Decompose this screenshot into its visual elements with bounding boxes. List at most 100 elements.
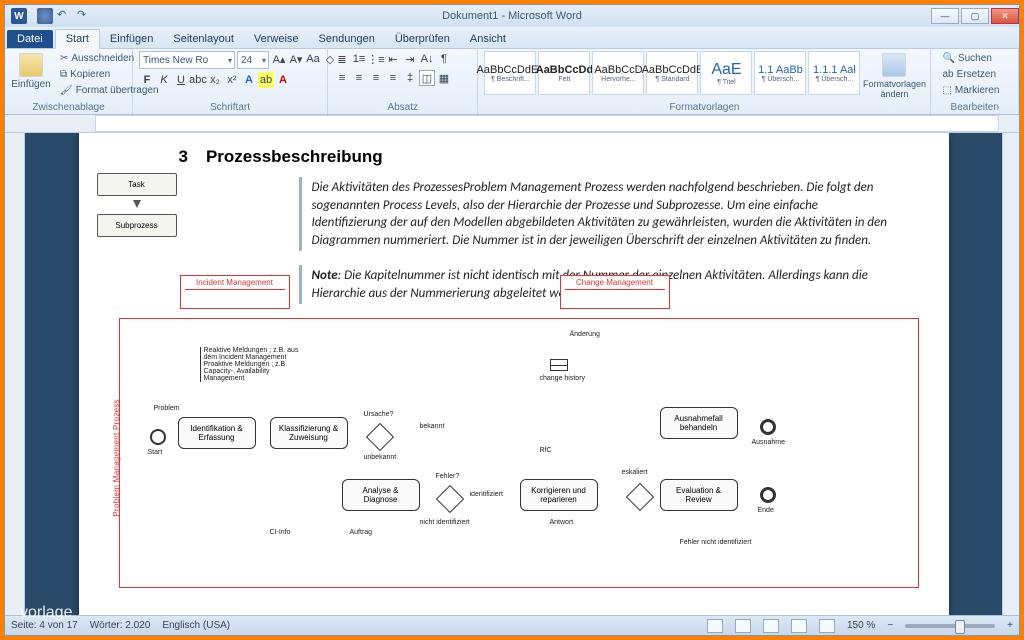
document-pane[interactable]: 3Prozessbeschreibung Task Subprozess Die… (25, 133, 1002, 615)
borders-icon[interactable]: ▦ (436, 70, 452, 86)
align-right-icon[interactable]: ≡ (368, 70, 384, 86)
save-icon[interactable] (37, 8, 53, 24)
label-ch: change history (540, 375, 586, 382)
status-words[interactable]: Wörter: 2.020 (90, 620, 151, 631)
vertical-scrollbar[interactable] (1002, 133, 1019, 615)
group-paragraph: ≣1≡⋮≡ ⇤⇥ A↓¶ ≡≡≡≡ ‡ ◫ ▦ Absatz (328, 49, 478, 114)
activity-1: Identifikation & Erfassung (178, 417, 256, 449)
find-button[interactable]: 🔍Suchen (937, 51, 1004, 66)
tab-layout[interactable]: Seitenlayout (163, 30, 244, 48)
tab-start[interactable]: Start (55, 29, 100, 49)
bpmn-diagram: Incident Management Change Management Pr… (119, 318, 919, 588)
status-language[interactable]: Englisch (USA) (162, 620, 230, 631)
highlight-button[interactable]: ab (258, 72, 274, 88)
page: 3Prozessbeschreibung Task Subprozess Die… (79, 133, 949, 615)
font-color-button[interactable]: A (275, 72, 291, 88)
align-left-icon[interactable]: ≡ (334, 70, 350, 86)
line-spacing-icon[interactable]: ‡ (402, 70, 418, 86)
sort-icon[interactable]: A↓ (419, 51, 435, 67)
multilevel-icon[interactable]: ⋮≡ (368, 51, 384, 67)
label-rfc: RfC (540, 447, 552, 454)
minimize-button[interactable]: ― (931, 8, 959, 24)
quick-access-toolbar: ↶ ↷ (37, 8, 93, 24)
bold-button[interactable]: F (139, 72, 155, 88)
font-size-combo[interactable]: 24 (237, 51, 269, 69)
change-case-icon[interactable]: Aa (305, 51, 321, 67)
style-item[interactable]: AaBbCcDHervorhe... (592, 51, 644, 95)
replace-button[interactable]: abErsetzen (937, 67, 1004, 82)
group-label: Formatvorlagen (484, 102, 924, 114)
underline-button[interactable]: U (173, 72, 189, 88)
pilcrow-icon[interactable]: ¶ (436, 51, 452, 67)
legend: Task Subprozess (97, 173, 177, 251)
zoom-value[interactable]: 150 % (847, 620, 875, 631)
tab-file[interactable]: Datei (7, 30, 53, 48)
align-center-icon[interactable]: ≡ (351, 70, 367, 86)
style-item[interactable]: 1.1 AaBb¶ Übersch... (754, 51, 806, 95)
label-fehler-nicht: Fehler nicht identifiziert (680, 539, 752, 546)
view-print-layout[interactable] (707, 619, 723, 633)
view-outline[interactable] (791, 619, 807, 633)
change-styles-button[interactable]: Formatvorlagen ändern (864, 51, 924, 101)
text-effects-icon[interactable]: A (241, 72, 257, 88)
end-event-ausnahme (760, 419, 776, 435)
numbering-icon[interactable]: 1≡ (351, 51, 367, 67)
group-label: Bearbeiten (937, 102, 1012, 114)
select-button[interactable]: ⬚Markieren (937, 83, 1004, 98)
message-icon (550, 359, 568, 371)
justify-icon[interactable]: ≡ (385, 70, 401, 86)
annotation: Reaktive Meldungen ; z.B. aus dem Incide… (200, 347, 300, 382)
font-family-combo[interactable]: Times New Ro (139, 51, 235, 69)
ribbon: Einfügen ✂Ausschneiden ⧉Kopieren 🖌Format… (5, 49, 1019, 115)
group-label: Schriftart (139, 102, 321, 114)
label-problem: Problem (154, 405, 180, 412)
ribbon-tabs: Datei Start Einfügen Seitenlayout Verwei… (5, 27, 1019, 49)
zoom-slider[interactable] (905, 624, 995, 628)
indent-dec-icon[interactable]: ⇤ (385, 51, 401, 67)
strike-button[interactable]: abc (190, 72, 206, 88)
activity-2: Klassifizierung & Zuweisung (270, 417, 348, 449)
activity-5: Evaluation & Review (660, 479, 738, 511)
tab-view[interactable]: Ansicht (460, 30, 516, 48)
italic-button[interactable]: K (156, 72, 172, 88)
style-item[interactable]: 1.1.1 Aal¶ Übersch... (808, 51, 860, 95)
horizontal-ruler[interactable] (5, 115, 1019, 133)
style-item[interactable]: AaBbCcDdFett (538, 51, 590, 95)
bullets-icon[interactable]: ≣ (334, 51, 350, 67)
paste-icon (19, 53, 43, 77)
shrink-font-icon[interactable]: A▾ (288, 51, 304, 67)
scissors-icon: ✂ (60, 53, 68, 64)
tab-references[interactable]: Verweise (244, 30, 309, 48)
shading-icon[interactable]: ◫ (419, 70, 435, 86)
zoom-out-icon[interactable]: − (887, 620, 893, 631)
view-fullscreen[interactable] (735, 619, 751, 633)
tab-insert[interactable]: Einfügen (100, 30, 163, 48)
tab-mailings[interactable]: Sendungen (309, 30, 385, 48)
work-area: 3Prozessbeschreibung Task Subprozess Die… (5, 133, 1019, 615)
zoom-in-icon[interactable]: + (1007, 620, 1013, 631)
close-button[interactable]: ✕ (991, 8, 1019, 24)
cursor-icon: ⬚ (942, 85, 951, 96)
label-antwort: Antwort (550, 519, 574, 526)
style-item[interactable]: AaBbCcDdEe¶ Beschrift... (484, 51, 536, 95)
status-page[interactable]: Seite: 4 von 17 (11, 620, 78, 631)
vertical-ruler[interactable] (5, 133, 25, 615)
styles-gallery[interactable]: AaBbCcDdEe¶ Beschrift... AaBbCcDdFett Aa… (484, 51, 860, 95)
gateway-fehler (435, 485, 463, 513)
activity-4: Korrigieren und reparieren (520, 479, 598, 511)
tab-review[interactable]: Überprüfen (385, 30, 460, 48)
paste-button[interactable]: Einfügen (11, 51, 51, 92)
grow-font-icon[interactable]: A▴ (271, 51, 287, 67)
style-item[interactable]: AaE¶ Titel (700, 51, 752, 95)
view-draft[interactable] (819, 619, 835, 633)
maximize-button[interactable]: ▢ (961, 8, 989, 24)
subscript-button[interactable]: x₂ (207, 72, 223, 88)
indent-inc-icon[interactable]: ⇥ (402, 51, 418, 67)
undo-icon[interactable]: ↶ (57, 8, 73, 24)
redo-icon[interactable]: ↷ (77, 8, 93, 24)
app-icon: W (11, 8, 27, 24)
style-item[interactable]: AaBbCcDdE¶ Standard (646, 51, 698, 95)
view-web[interactable] (763, 619, 779, 633)
superscript-button[interactable]: x² (224, 72, 240, 88)
label-ende: Ende (758, 507, 774, 514)
